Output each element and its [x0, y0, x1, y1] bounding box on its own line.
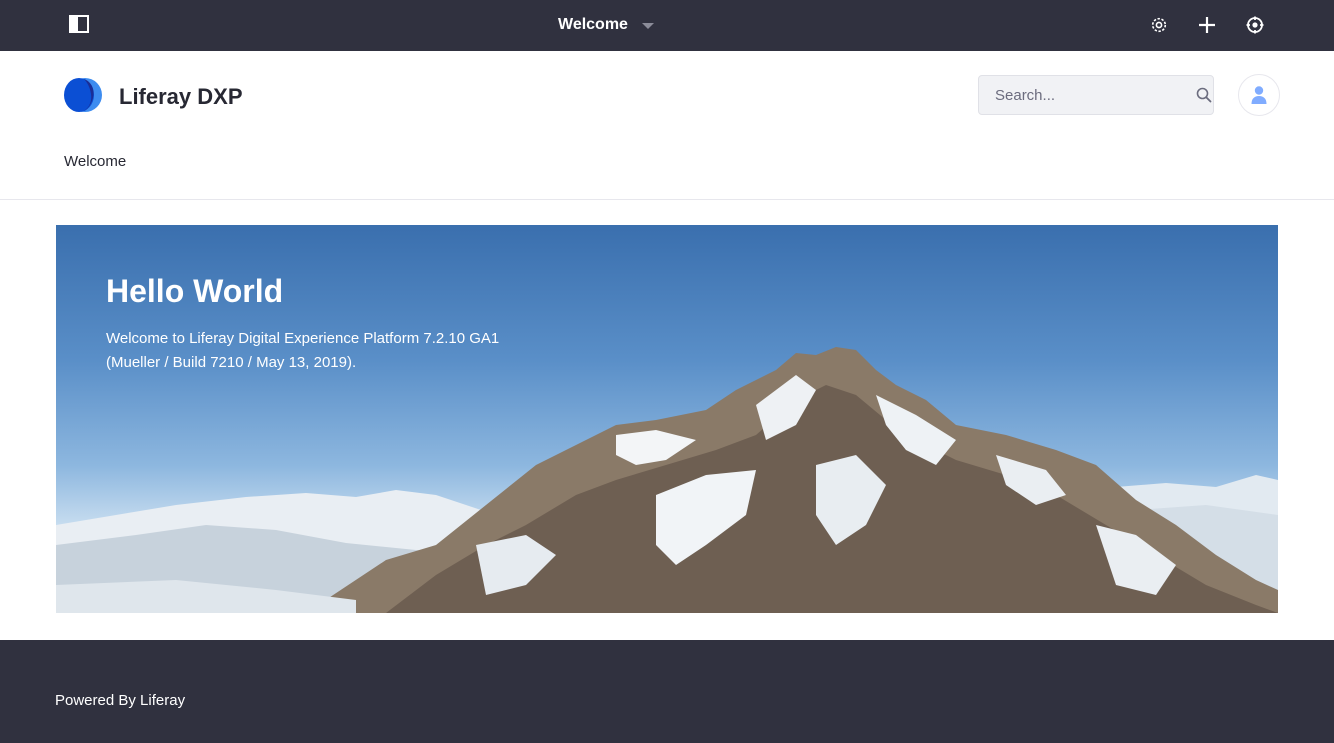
banner-description-line-2: (Mueller / Build 7210 / May 13, 2019). [106, 354, 357, 371]
add-button[interactable] [1195, 13, 1219, 37]
hero-banner: Hello World Welcome to Liferay Digital E… [56, 225, 1278, 613]
banner-description-line-1: Welcome to Liferay Digital Experience Pl… [106, 330, 500, 347]
site-name[interactable]: Liferay DXP [119, 84, 243, 110]
footer-powered-by: Powered By Liferay [55, 692, 186, 709]
site-header: Liferay DXP Welcome [0, 51, 1334, 200]
search-input[interactable] [979, 76, 1194, 114]
product-menu-toggle[interactable] [68, 13, 90, 35]
configure-page-button[interactable] [1147, 13, 1171, 37]
page-title-dropdown[interactable]: Welcome [558, 14, 654, 36]
liferay-logo-icon [64, 78, 102, 112]
plus-icon [1199, 17, 1215, 33]
site-footer: Powered By Liferay [0, 640, 1334, 743]
page-title: Welcome [558, 16, 628, 33]
search-icon [1196, 87, 1211, 103]
gear-icon [1151, 17, 1167, 33]
product-menu-icon [69, 15, 89, 33]
banner-title: Hello World [106, 273, 284, 309]
search-button[interactable] [1194, 76, 1213, 114]
control-menu: Welcome [0, 0, 1334, 51]
site-logo[interactable] [63, 76, 103, 114]
simulation-button[interactable] [1243, 13, 1267, 37]
search-bar [978, 75, 1214, 115]
simulation-icon [1246, 16, 1264, 34]
user-icon [1251, 86, 1267, 104]
site-navigation: Welcome [64, 153, 126, 171]
user-avatar-button[interactable] [1238, 74, 1280, 116]
nav-item-welcome[interactable]: Welcome [64, 153, 126, 170]
caret-down-icon [641, 23, 654, 29]
banner-description: Welcome to Liferay Digital Experience Pl… [106, 327, 546, 375]
